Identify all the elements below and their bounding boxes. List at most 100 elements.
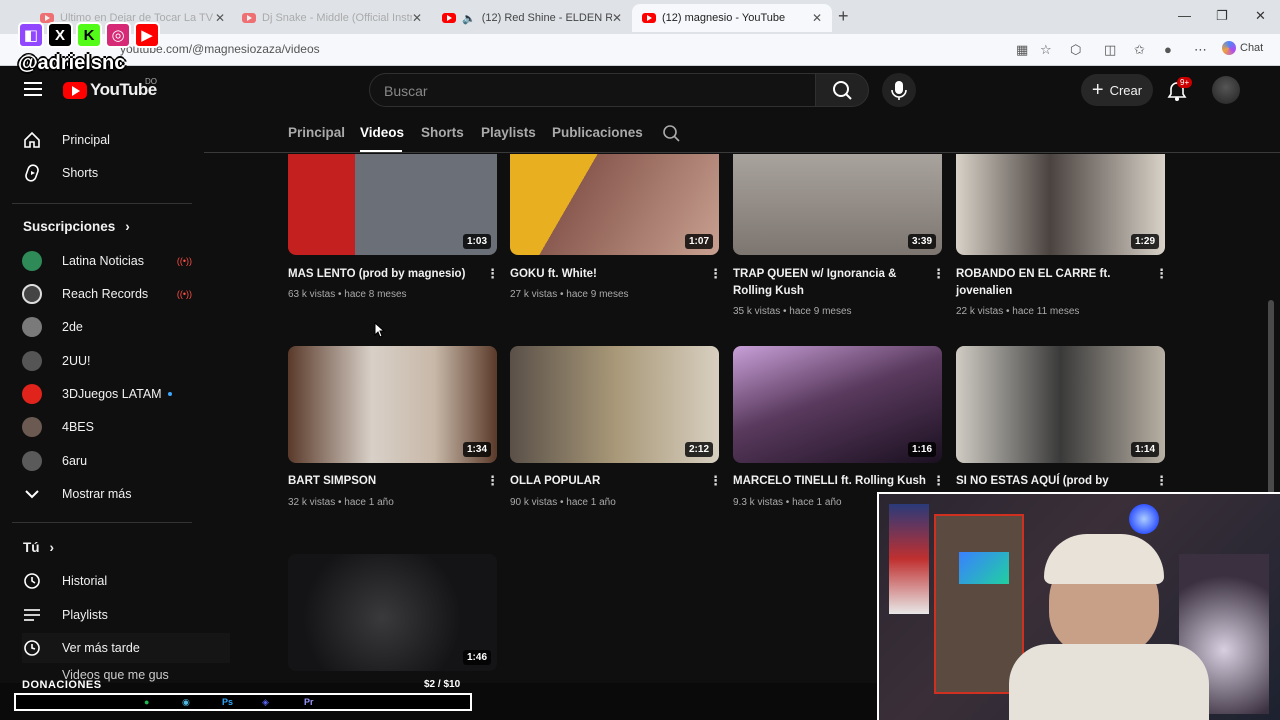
browser-tab[interactable]: Dj Snake - Middle (Official Instrum ✕	[232, 4, 432, 32]
window-close-icon[interactable]: ✕	[1255, 8, 1266, 24]
more-options-icon[interactable]: ⋮	[486, 473, 499, 489]
close-icon[interactable]: ✕	[215, 11, 225, 25]
history-icon	[22, 571, 42, 591]
sidebar-item-historial[interactable]: Historial	[22, 566, 192, 596]
video-title[interactable]: BART SIMPSON	[288, 473, 468, 490]
tab-playlists[interactable]: Playlists	[481, 125, 536, 140]
video-title[interactable]: SI NO ESTAS AQUÍ (prod by	[956, 473, 1136, 490]
chat-label: Chat	[1240, 42, 1264, 54]
subscriptions-heading[interactable]: Suscripciones ›	[23, 219, 130, 234]
account-avatar[interactable]	[1212, 76, 1240, 104]
profile-icon[interactable]: ●	[1164, 42, 1172, 57]
video-duration: 1:34	[462, 442, 491, 457]
video-title[interactable]: GOKU ft. White!	[510, 266, 690, 283]
video-duration: 1:14	[1130, 442, 1159, 457]
new-tab-icon[interactable]: +	[838, 6, 849, 27]
more-options-icon[interactable]: ⋮	[1155, 266, 1168, 282]
video-title[interactable]: MARCELO TINELLI ft. Rolling Kush	[733, 473, 933, 490]
sidebar-subscription[interactable]: 2UU!	[22, 346, 192, 376]
menu-icon[interactable]	[24, 82, 42, 96]
sidebar-item-shorts[interactable]: Shorts	[22, 158, 192, 188]
sidebar-item-principal[interactable]: Principal	[22, 125, 192, 155]
copilot-chat-button[interactable]: Chat	[1222, 41, 1263, 55]
more-options-icon[interactable]: ⋮	[709, 266, 722, 282]
browser-tab[interactable]: 🔈 (12) Red Shine - ELDEN RING ✕	[432, 4, 632, 32]
sidebar-subscription[interactable]: Reach Records ((•))	[22, 279, 192, 309]
video-thumbnail[interactable]: 1:34	[288, 346, 497, 463]
video-thumbnail[interactable]: 1:29	[956, 154, 1165, 255]
youtube-logo[interactable]: YouTube DO	[63, 77, 157, 100]
voice-search-button[interactable]	[882, 73, 916, 107]
extensions-icon[interactable]: ⬡	[1070, 42, 1081, 58]
tab-videos[interactable]: Videos	[360, 125, 404, 140]
channel-search-icon[interactable]	[662, 124, 682, 144]
sidebar-subscription[interactable]: 3DJuegos LATAM	[22, 379, 192, 409]
video-meta: 90 k vistas • hace 1 año	[510, 497, 616, 508]
plus-icon: +	[1091, 78, 1104, 101]
video-meta: 63 k vistas • hace 8 meses	[288, 289, 407, 300]
create-button[interactable]: + Crear	[1081, 74, 1153, 106]
kick-icon: K	[76, 22, 102, 48]
speaker-icon[interactable]: 🔈	[462, 12, 476, 25]
video-thumbnail[interactable]: 1:46	[288, 554, 497, 671]
live-icon: ((•))	[176, 289, 192, 299]
split-icon[interactable]: ◫	[1104, 42, 1116, 58]
you-heading[interactable]: Tú ›	[23, 540, 54, 555]
video-duration: 1:29	[1130, 234, 1159, 249]
browser-tab-active[interactable]: (12) magnesio - YouTube ✕	[632, 4, 832, 32]
tab-principal[interactable]: Principal	[288, 125, 345, 140]
youtube-icon: ▶	[134, 22, 160, 48]
video-thumbnail[interactable]: 1:07	[510, 154, 719, 255]
minimize-icon[interactable]: —	[1178, 8, 1191, 23]
more-options-icon[interactable]: ⋮	[1155, 473, 1168, 489]
video-title[interactable]: MAS LENTO (prod by magnesio)	[288, 266, 468, 283]
video-thumbnail[interactable]: 1:14	[956, 346, 1165, 463]
close-icon[interactable]: ✕	[612, 11, 622, 25]
close-icon[interactable]: ✕	[412, 11, 422, 25]
more-options-icon[interactable]: ⋮	[932, 266, 945, 282]
video-title[interactable]: OLLA POPULAR	[510, 473, 690, 490]
sidebar-item-label: Playlists	[62, 608, 108, 622]
more-options-icon[interactable]: ⋮	[486, 266, 499, 282]
more-icon[interactable]: ⋯	[1194, 42, 1207, 58]
channel-avatar	[22, 384, 42, 404]
favorite-icon[interactable]: ☆	[1040, 42, 1052, 58]
screen-decoration	[959, 552, 1009, 584]
more-options-icon[interactable]: ⋮	[932, 473, 945, 489]
show-more-button[interactable]: Mostrar más	[22, 479, 192, 509]
search-input[interactable]: Buscar	[369, 73, 816, 107]
video-duration: 1:07	[684, 234, 713, 249]
premiere-icon: Pr	[304, 697, 314, 707]
youtube-icon	[242, 13, 256, 23]
tab-shorts[interactable]: Shorts	[421, 125, 464, 140]
video-thumbnail[interactable]: 1:03	[288, 154, 497, 255]
video-thumbnail[interactable]: 3:39	[733, 154, 942, 255]
sidebar-item-watch-later[interactable]: Ver más tarde	[22, 633, 230, 663]
sidebar-subscription[interactable]: 6aru	[22, 446, 192, 476]
home-icon	[22, 130, 42, 150]
mic-icon	[891, 81, 907, 100]
donations-amount: $2 / $10	[424, 679, 461, 690]
video-title[interactable]: TRAP QUEEN w/ Ignorancia & Rolling Kush	[733, 266, 913, 300]
video-meta: 32 k vistas • hace 1 año	[288, 497, 394, 508]
donations-progress-bar: ● ◉ Ps ◈ Pr	[14, 693, 472, 711]
light-decoration	[1129, 504, 1159, 534]
discord-icon: ◈	[262, 697, 269, 707]
more-options-icon[interactable]: ⋮	[709, 473, 722, 489]
tab-publicaciones[interactable]: Publicaciones	[552, 125, 643, 140]
sidebar-subscription[interactable]: 4BES	[22, 412, 192, 442]
apps-icon[interactable]: ▦	[1016, 42, 1028, 58]
webcam-overlay	[877, 492, 1280, 720]
social-overlay: ◧ X K ◎ ▶	[18, 22, 160, 48]
sidebar-item-playlists[interactable]: Playlists	[22, 600, 192, 630]
close-icon[interactable]: ✕	[812, 11, 822, 25]
video-thumbnail[interactable]: 2:12	[510, 346, 719, 463]
video-thumbnail[interactable]: 1:16	[733, 346, 942, 463]
sidebar-subscription[interactable]: 2de	[22, 312, 192, 342]
video-title[interactable]: ROBANDO EN EL CARRE ft. jovenalien	[956, 266, 1136, 300]
search-button[interactable]	[815, 73, 869, 107]
favorites-list-icon[interactable]: ✩	[1134, 42, 1145, 58]
maximize-icon[interactable]: ❐	[1216, 8, 1228, 24]
sidebar-subscription[interactable]: Latina Noticias ((•))	[22, 246, 192, 276]
browser-tab-bar: Último en Dejar de Tocar La TV ✕ Dj Snak…	[0, 0, 1280, 34]
